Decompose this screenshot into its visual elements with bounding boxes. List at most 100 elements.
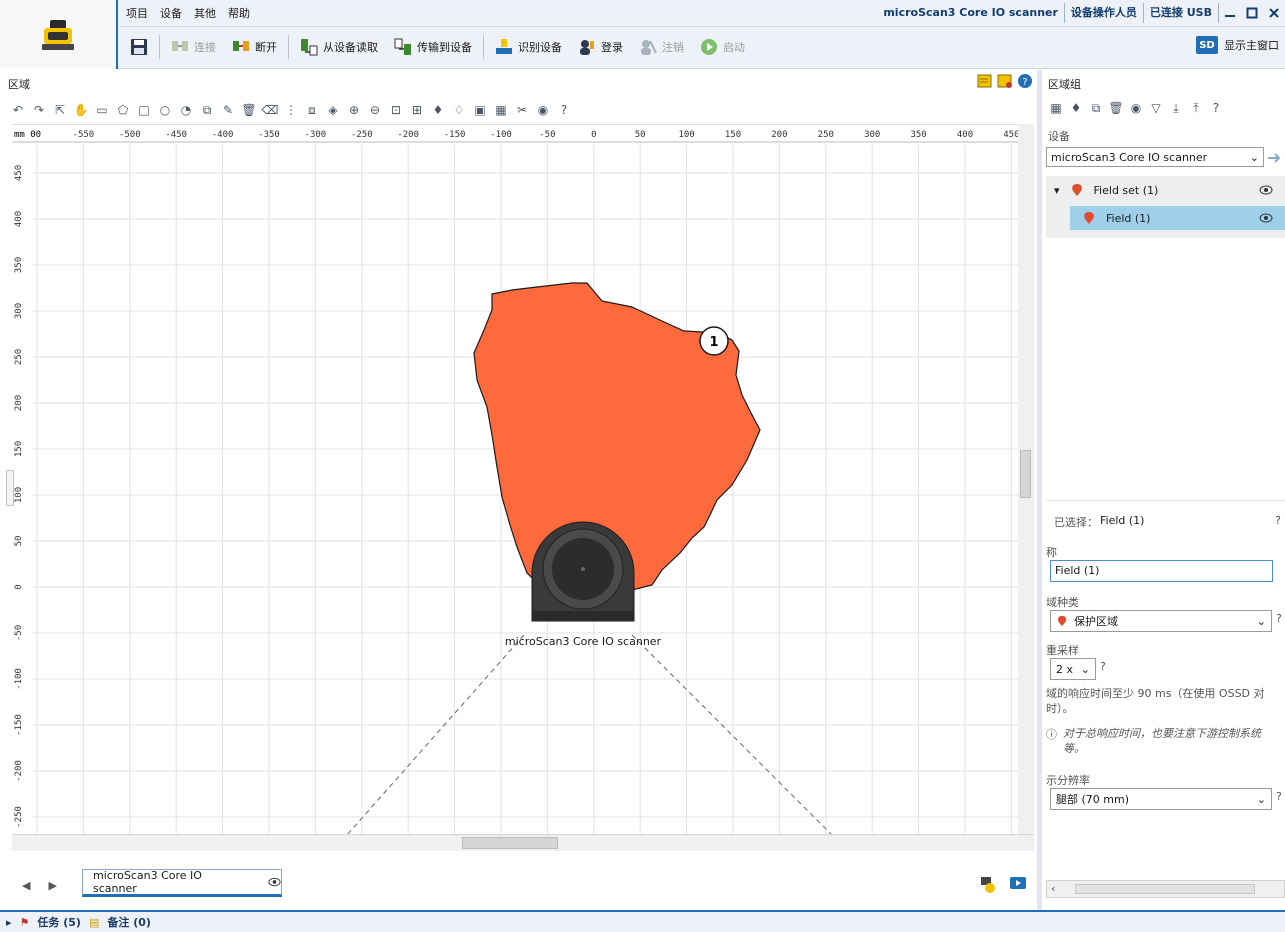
- tree-field-set-label: Field set (1): [1093, 183, 1159, 197]
- fill-icon[interactable]: ◈: [325, 102, 341, 118]
- resolution-help-icon[interactable]: ?: [1276, 790, 1282, 803]
- polygon-tool-icon[interactable]: ⬠: [115, 102, 131, 118]
- rectangle-tool-icon[interactable]: □: [136, 102, 152, 118]
- zoom-area-icon[interactable]: ⊞: [409, 102, 425, 118]
- status-strip: microScan3 Core IO scanner 设备操作人员 已连接 US…: [877, 0, 1285, 26]
- close-button[interactable]: [1263, 3, 1285, 23]
- drawing-toolbar: ↶ ↷ ⇱ ✋ ▭ ⬠ □ ○ ◔ ⧉ ✎ 🗑 ⌫ ⋮ ⧈ ◈ ⊕ ⊖ ⊡ ⊞ …: [10, 100, 572, 120]
- sector-tool-icon[interactable]: ◔: [178, 102, 194, 118]
- field-visible-icon[interactable]: ♦: [430, 102, 446, 118]
- maximize-button[interactable]: [1241, 3, 1263, 23]
- scroll-left-icon[interactable]: ‹: [1051, 882, 1055, 895]
- login-button[interactable]: 登录: [570, 32, 631, 62]
- logout-button[interactable]: 注销: [631, 32, 692, 62]
- zoom-out-icon[interactable]: ⊖: [367, 102, 383, 118]
- expand-collapse-icon[interactable]: ▾: [1054, 184, 1060, 197]
- edit-point-icon[interactable]: ✎: [220, 102, 236, 118]
- redo-icon[interactable]: ↷: [31, 102, 47, 118]
- copy-icon[interactable]: ⧉: [1088, 100, 1104, 116]
- contour-tool-icon[interactable]: ⧉: [199, 102, 215, 118]
- device-settings-icon[interactable]: [977, 876, 997, 894]
- tab-prev-icon[interactable]: ◀: [22, 879, 30, 892]
- group-panel-horizontal-scrollbar[interactable]: ‹: [1046, 880, 1285, 898]
- note-icon[interactable]: [977, 73, 993, 89]
- show-all-icon[interactable]: ◉: [1128, 100, 1144, 116]
- menu-project[interactable]: 项目: [120, 5, 154, 21]
- field-hidden-icon[interactable]: ♢: [451, 102, 467, 118]
- identify-device-button[interactable]: 识别设备: [487, 32, 570, 62]
- zoom-fit-icon[interactable]: ⊡: [388, 102, 404, 118]
- filter-icon[interactable]: ▽: [1148, 100, 1164, 116]
- preview-play-icon[interactable]: [1009, 876, 1027, 890]
- add-field-set-icon[interactable]: ▦: [1048, 100, 1064, 116]
- line-tool-icon[interactable]: ▭: [94, 102, 110, 118]
- user-role-status[interactable]: 设备操作人员: [1065, 3, 1144, 23]
- menu-device[interactable]: 设备: [154, 5, 188, 21]
- start-button[interactable]: 启动: [692, 32, 753, 62]
- vertical-scroll-thumb[interactable]: [1020, 450, 1031, 498]
- grid-icon[interactable]: ▦: [493, 102, 509, 118]
- connect-button[interactable]: 连接: [163, 32, 224, 62]
- clear-icon[interactable]: ⌫: [262, 102, 279, 118]
- coordinate-icon[interactable]: ⋮: [283, 102, 299, 118]
- add-field-icon[interactable]: ♦: [1068, 100, 1084, 116]
- flag-icon: ⚑: [19, 915, 30, 929]
- zoom-in-icon[interactable]: ⊕: [346, 102, 362, 118]
- field-type-select[interactable]: 保护区域 ⌄: [1050, 610, 1272, 632]
- tasks-link[interactable]: 任务 (5): [37, 914, 81, 930]
- device-tab[interactable]: microScan3 Core IO scanner: [82, 869, 282, 897]
- field-editor-svg[interactable]: -550 -500 -450 -400 -350 -300 -250 -200 -150 -100…: [12, 125, 1018, 835]
- save-button[interactable]: [122, 32, 156, 62]
- select-pointer-icon[interactable]: ⇱: [52, 102, 68, 118]
- export-icon[interactable]: ⤒: [1188, 100, 1204, 116]
- canvas-horizontal-scrollbar[interactable]: [12, 834, 1034, 851]
- field-name-input[interactable]: Field (1): [1050, 560, 1273, 582]
- delete-icon[interactable]: 🗑: [241, 102, 257, 118]
- eye-icon[interactable]: [268, 877, 281, 887]
- help-icon[interactable]: ?: [1017, 73, 1033, 89]
- expand-icon[interactable]: ▸: [6, 916, 12, 929]
- selected-help-icon[interactable]: ?: [1275, 514, 1281, 527]
- duplicate-icon[interactable]: ⧈: [304, 102, 320, 118]
- resolution-select[interactable]: 腿部 (70 mm) ⌄: [1050, 788, 1272, 810]
- sampling-help-icon[interactable]: ?: [1100, 660, 1106, 673]
- sampling-select[interactable]: 2 x ⌄: [1050, 658, 1096, 680]
- ribbon: 项目 设备 其他 帮助 连接 断开 从设备读取 传输到设备 识别设备 登录 注销…: [0, 0, 1285, 69]
- info-icon: ⓘ: [1046, 728, 1057, 741]
- field-eye-icon[interactable]: [1259, 213, 1273, 223]
- menu-help[interactable]: 帮助: [222, 5, 256, 21]
- side-collapse-handle[interactable]: [6, 470, 14, 506]
- circle-tool-icon[interactable]: ○: [157, 102, 173, 118]
- minimize-button[interactable]: [1219, 3, 1241, 23]
- delete-field-icon[interactable]: 🗑: [1108, 100, 1124, 116]
- tree-field[interactable]: Field (1): [1070, 206, 1285, 230]
- settings-wrench-icon[interactable]: ✂: [514, 102, 530, 118]
- field-set-eye-icon[interactable]: [1259, 185, 1273, 195]
- pan-hand-icon[interactable]: ✋: [73, 102, 89, 118]
- toolbar-help-icon[interactable]: ?: [556, 102, 572, 118]
- notes-link[interactable]: 备注 (0): [107, 914, 151, 930]
- disconnect-button[interactable]: 断开: [224, 32, 285, 62]
- scanner-device[interactable]: [531, 521, 635, 622]
- tree-field-set[interactable]: ▾ Field set (1): [1046, 178, 1285, 202]
- field-editor-canvas[interactable]: -550 -500 -450 -400 -350 -300 -250 -200 -150 -100…: [12, 124, 1034, 852]
- view-eye-icon[interactable]: ◉: [535, 102, 551, 118]
- group-help-icon[interactable]: ?: [1208, 100, 1224, 116]
- menu-other[interactable]: 其他: [188, 5, 222, 21]
- background-image-icon[interactable]: ▣: [472, 102, 488, 118]
- group-panel-scroll-thumb[interactable]: [1075, 884, 1255, 894]
- device-forward-icon[interactable]: [1266, 149, 1284, 167]
- import-icon[interactable]: ⤓: [1168, 100, 1184, 116]
- read-from-device-button[interactable]: 从设备读取: [292, 32, 386, 62]
- field-type-help-icon[interactable]: ?: [1276, 612, 1282, 625]
- horizontal-scroll-thumb[interactable]: [462, 837, 558, 849]
- show-main-window-button[interactable]: SD 显示主窗口: [1196, 36, 1279, 54]
- canvas-vertical-scrollbar[interactable]: [1018, 124, 1034, 834]
- transfer-to-device-button[interactable]: 传输到设备: [386, 32, 480, 62]
- tab-next-icon[interactable]: ▶: [48, 879, 56, 892]
- svg-text:?: ?: [1022, 77, 1027, 88]
- device-select[interactable]: microScan3 Core IO scanner ⌄: [1046, 147, 1264, 167]
- note-add-icon[interactable]: [997, 73, 1013, 89]
- undo-icon[interactable]: ↶: [10, 102, 26, 118]
- transfer-to-device-icon: [394, 38, 411, 55]
